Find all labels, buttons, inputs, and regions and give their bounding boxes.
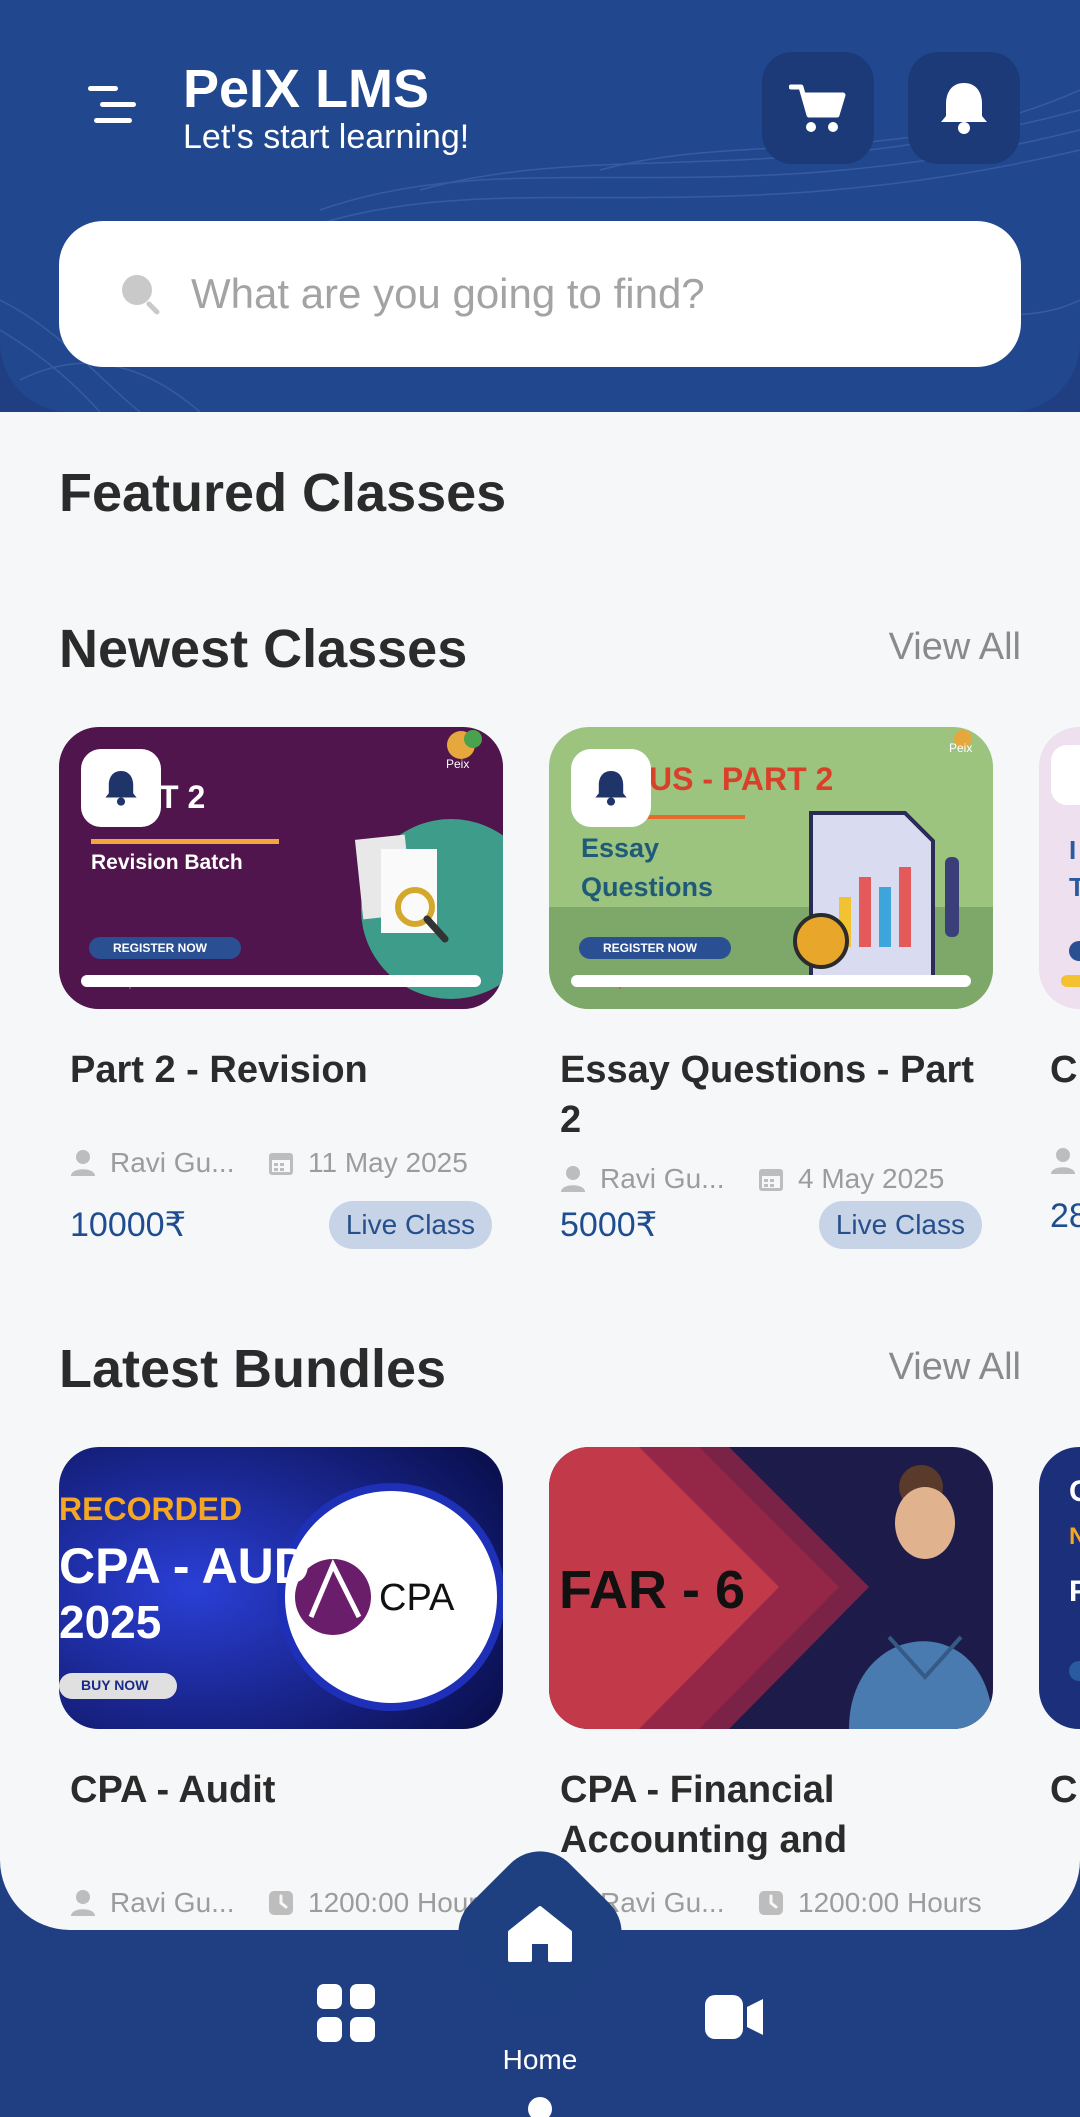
thumb-heading: I [1069, 835, 1077, 865]
progress-bar [81, 975, 481, 987]
class-date: 4 May 2025 [798, 1163, 945, 1194]
class-thumbnail: I T [1039, 727, 1080, 1009]
class-card[interactable]: I T Cl 28 [1039, 727, 1080, 1236]
class-title: Cl [1050, 1049, 1080, 1091]
user-icon [71, 1150, 95, 1176]
thumb-cta: REGISTER NOW [113, 941, 208, 955]
search-bar[interactable] [59, 221, 1021, 367]
bell-icon [105, 771, 137, 806]
class-type-badge: Live Class [818, 1201, 982, 1249]
price-row: 28 [1039, 1197, 1080, 1236]
thumb-cta [1069, 1661, 1080, 1681]
thumb-subheading-2: Questions [581, 872, 714, 902]
thumb-heading: T 2 [159, 779, 206, 815]
calendar-icon [269, 1153, 293, 1175]
class-card[interactable]: US - PART 2 Essay Questions REGISTER NOW… [549, 727, 993, 1249]
class-thumbnail: US - PART 2 Essay Questions REGISTER NOW… [549, 727, 993, 1009]
class-title: Essay Questions - Part 2 [560, 1049, 974, 1141]
bundle-title: CPA - Audit [70, 1769, 276, 1811]
class-card[interactable]: T 2 Revision Batch REGISTER NOW Peix www… [59, 727, 503, 1249]
thumb-heading: US - PART 2 [649, 761, 834, 797]
search-icon [122, 275, 160, 315]
user-icon [561, 1166, 585, 1192]
bundle-hours: 1200:00 Hours [798, 1887, 982, 1918]
bundle-card[interactable]: RECORDED CPA - AUD 2025 BUY NOW CPA CPA … [59, 1447, 503, 1919]
latest-bundles-row: RECORDED CPA - AUD 2025 BUY NOW CPA CPA … [59, 1447, 1080, 1930]
search-input[interactable] [191, 270, 951, 318]
progress-bar [571, 975, 971, 987]
thumb-subheading: Essay [581, 833, 660, 863]
bundle-thumbnail: RECORDED CPA - AUD 2025 BUY NOW CPA [59, 1447, 503, 1729]
thumb-heading: C [1069, 1475, 1080, 1508]
grid-icon[interactable] [317, 1984, 375, 2042]
thumb-brand: Peix [949, 741, 973, 755]
author-name: Ravi Gu... [110, 1887, 235, 1918]
class-price: 5000₹ [560, 1206, 658, 1244]
thumb-cta: REGISTER NOW [603, 941, 698, 955]
notifications-button[interactable] [908, 52, 1020, 164]
bundle-thumbnail: C N F [1039, 1447, 1080, 1729]
newest-classes-row: T 2 Revision Batch REGISTER NOW Peix www… [59, 727, 1080, 1287]
reminder-button[interactable] [1051, 745, 1080, 805]
user-icon [1051, 1148, 1075, 1174]
latest-bundles-heading: Latest Bundles [59, 1339, 447, 1399]
bundle-title: Cl (2 [1050, 1769, 1080, 1811]
thumb-cta: BUY NOW [81, 1677, 149, 1693]
menu-icon[interactable] [88, 84, 138, 128]
thumb-heading: FAR - 6 [559, 1560, 746, 1620]
thumb-tag: RECORDED [59, 1491, 243, 1527]
active-nav-indicator [528, 2097, 552, 2117]
app-header: PeIX LMS Let's start learning! [0, 0, 1080, 412]
class-meta: Ravi Gu... 11 May 2025 [59, 1147, 503, 1179]
thumb-line: F [1069, 1575, 1080, 1608]
author-name: Ravi Gu... [110, 1147, 235, 1178]
video-icon[interactable] [705, 1995, 763, 2039]
calendar-icon [759, 1169, 783, 1191]
progress-bar [1061, 975, 1080, 987]
clock-icon [269, 1891, 293, 1915]
class-date: 11 May 2025 [308, 1147, 468, 1178]
main-content: Featured Classes Newest Classes View All [0, 412, 1080, 1930]
class-price: 28 [1050, 1197, 1080, 1235]
class-title: Part 2 - Revision [70, 1049, 368, 1091]
reminder-button[interactable] [81, 749, 161, 827]
class-meta [1039, 1147, 1080, 1175]
home-nav-label[interactable]: Home [480, 2044, 600, 2076]
thumb-subheading: Revision Batch [91, 851, 243, 874]
author-name: Ravi Gu... [600, 1163, 725, 1194]
class-thumbnail: T 2 Revision Batch REGISTER NOW Peix www… [59, 727, 503, 1009]
cpa-logo-text: CPA [379, 1577, 455, 1619]
thumb-subheading: T [1069, 872, 1080, 902]
thumb-subheading: N [1069, 1523, 1080, 1550]
bundle-thumbnail: FAR - 6 [549, 1447, 993, 1729]
bell-icon [595, 771, 627, 806]
price-row: 5000₹ Live Class [549, 1201, 993, 1249]
class-price: 10000₹ [70, 1206, 187, 1244]
app-title: PeIX LMS [183, 59, 430, 119]
price-row: 10000₹ Live Class [59, 1201, 503, 1249]
thumb-brand: Peix [446, 757, 470, 771]
featured-classes-heading: Featured Classes [59, 463, 507, 523]
bundle-title: CPA - Financial Accounting and [560, 1769, 848, 1861]
bundle-card[interactable]: FAR - 6 CPA - Financial Accounting and R… [549, 1447, 993, 1919]
thumb-cta [1069, 941, 1080, 961]
bundles-view-all-link[interactable]: View All [889, 1346, 1021, 1389]
class-type-badge: Live Class [328, 1201, 492, 1249]
class-meta: Ravi Gu... 4 May 2025 [549, 1163, 993, 1195]
reminder-button[interactable] [571, 749, 651, 827]
bundle-meta: Ravi Gu... 1200:00 Hours [59, 1887, 503, 1919]
bell-icon [941, 83, 987, 134]
cart-icon [789, 84, 846, 132]
bundle-card[interactable]: C N F Cl (2 [1039, 1447, 1080, 1865]
user-icon [71, 1890, 95, 1916]
newest-view-all-link[interactable]: View All [889, 626, 1021, 669]
app-subtitle: Let's start learning! [183, 118, 470, 156]
author-name: Ravi Gu... [600, 1887, 725, 1918]
thumb-year: 2025 [59, 1596, 162, 1648]
cart-button[interactable] [762, 52, 874, 164]
home-icon [508, 1906, 572, 1962]
thumb-heading: CPA - AUD [59, 1538, 310, 1594]
newest-classes-heading: Newest Classes [59, 619, 468, 679]
clock-icon [759, 1891, 783, 1915]
